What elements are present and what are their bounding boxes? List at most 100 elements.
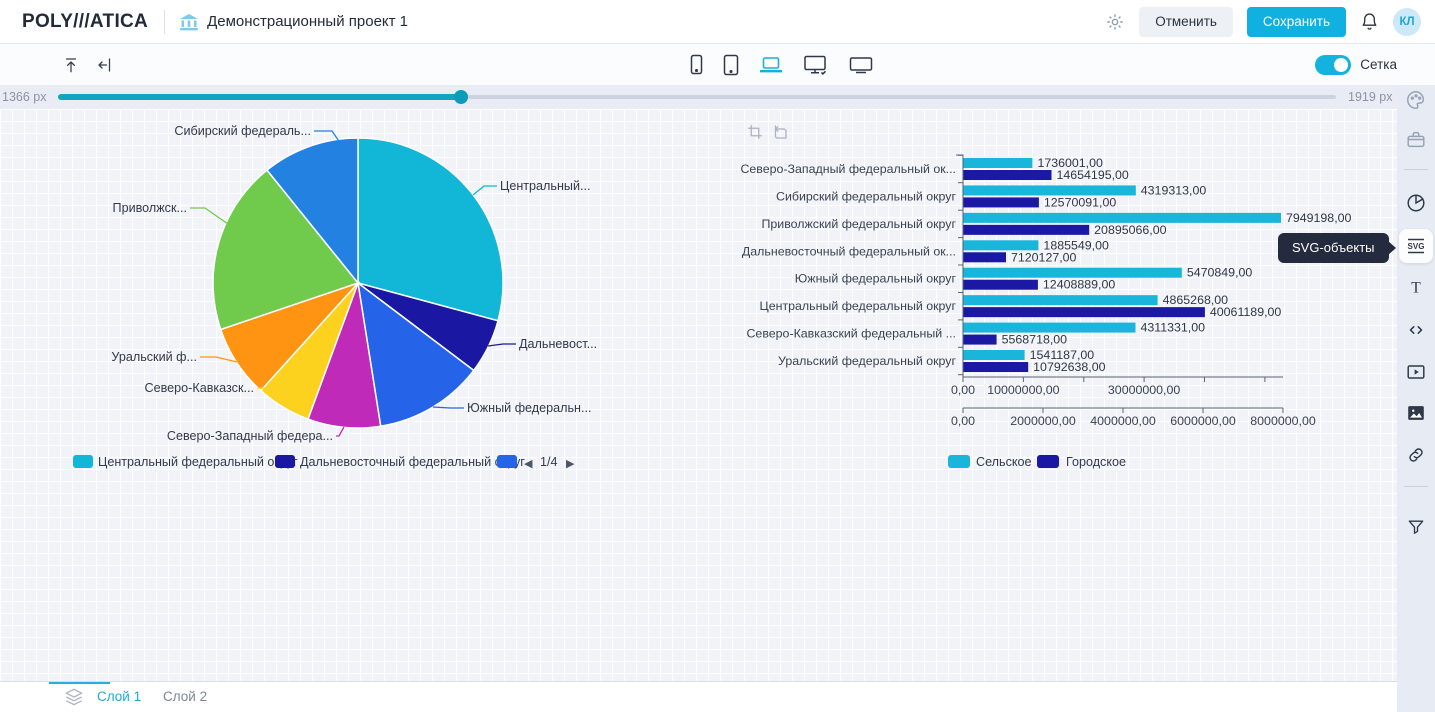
pie-legend-label[interactable]: Центральный федеральный округ (98, 455, 298, 469)
charts-layer: Центральный...Дальневост...Южный федерал… (0, 109, 1397, 681)
case-icon[interactable] (1400, 125, 1432, 155)
axis-tick-label: 4000000,00 (1090, 414, 1156, 428)
pie-callout-line (488, 344, 516, 346)
svg-text:T: T (1411, 280, 1421, 297)
svg-objects-icon[interactable]: SVG (1399, 229, 1433, 263)
legend-pager-label: 1/4 (540, 455, 558, 469)
bar-category-label: Уральский федеральный округ (778, 354, 956, 368)
width-slider-track[interactable] (58, 95, 1336, 99)
axis-tick-label: 6000000,00 (1170, 414, 1236, 428)
bar-legend-label[interactable]: Городское (1066, 455, 1126, 469)
bar-legend-swatch[interactable] (948, 455, 970, 468)
slider-max-label: 1919 px (1348, 90, 1392, 104)
crop-icon[interactable] (746, 123, 764, 141)
bar-value-label: 20895066,00 (1094, 223, 1166, 237)
video-icon[interactable] (1400, 357, 1432, 387)
filter-icon[interactable] (1400, 512, 1432, 542)
settings-gear-icon[interactable] (1105, 12, 1125, 32)
device-widescreen-icon[interactable] (847, 54, 875, 76)
notifications-bell-icon[interactable] (1360, 12, 1379, 32)
project-icon (179, 13, 199, 31)
pie-chart-icon[interactable] (1400, 188, 1432, 218)
bar-value-label: 14654195,00 (1056, 168, 1128, 182)
bar-category-label: Дальневосточный федеральный ок... (742, 244, 956, 258)
bar-rural[interactable] (963, 268, 1182, 278)
pie-callout-label: Северо-Кавказск... (145, 381, 254, 395)
rotate-icon[interactable] (771, 123, 789, 141)
code-icon[interactable] (1400, 315, 1432, 345)
bar-urban[interactable] (963, 362, 1028, 372)
pie-legend-label[interactable]: Дальневосточный федеральный округ (300, 455, 525, 469)
toggle-knob (1334, 58, 1348, 72)
bar-rural[interactable] (963, 323, 1136, 333)
layer-tab-2[interactable]: Слой 2 (163, 682, 207, 712)
svg-objects-tooltip: SVG-объекты (1278, 233, 1389, 263)
design-canvas[interactable]: Центральный...Дальневост...Южный федерал… (0, 109, 1397, 683)
device-phone-icon[interactable] (688, 52, 705, 77)
bar-rural[interactable] (963, 350, 1025, 360)
bar-category-label: Северо-Западный федеральный ок... (740, 162, 956, 176)
pie-callout-label: Сибирский федераль... (174, 124, 311, 138)
layers-bar: Слой 1 Слой 2 (0, 682, 1397, 712)
pie-callout-label: Приволжск... (113, 201, 187, 215)
pie-legend-swatch[interactable] (275, 455, 295, 468)
layer-tab-1[interactable]: Слой 1 (97, 682, 141, 712)
save-button[interactable]: Сохранить (1247, 7, 1346, 37)
link-icon[interactable] (1400, 440, 1432, 470)
bar-value-label: 4319313,00 (1141, 183, 1207, 197)
device-desktop-check-icon[interactable] (801, 53, 831, 77)
bar-urban[interactable] (963, 335, 997, 345)
bar-legend-label[interactable]: Сельское (976, 455, 1032, 469)
pie-callout-label: Северо-Западный федера... (167, 429, 333, 443)
bar-category-label: Южный федеральный округ (795, 272, 957, 286)
bar-category-label: Центральный федеральный округ (760, 299, 957, 313)
pie-callout-line (200, 357, 237, 362)
width-slider-fill (58, 94, 458, 100)
legend-next-icon[interactable]: ▶ (566, 458, 575, 470)
pie-callout-label: Дальневост... (519, 337, 597, 351)
bar-rural[interactable] (963, 213, 1281, 223)
device-tablet-icon[interactable] (721, 52, 741, 78)
svg-badge-text: SVG (1408, 242, 1425, 251)
bar-urban[interactable] (963, 280, 1038, 290)
palette-icon[interactable] (1400, 85, 1432, 115)
cancel-button[interactable]: Отменить (1139, 7, 1233, 37)
app-header: POLY///ATICA Демонстрационный проект 1 О… (0, 0, 1435, 44)
axis-tick-label: 10000000,00 (987, 383, 1059, 397)
bar-urban[interactable] (963, 170, 1052, 180)
pie-callout-line (433, 407, 464, 408)
device-laptop-icon[interactable] (757, 54, 785, 76)
pie-callout-label: Южный федеральн... (467, 401, 592, 415)
bar-value-label: 4311331,00 (1140, 321, 1205, 335)
bar-value-label: 5470849,00 (1187, 266, 1253, 280)
axis-tick-label: 8000000,00 (1250, 414, 1316, 428)
sidebar-divider (1404, 169, 1428, 170)
bar-urban[interactable] (963, 197, 1039, 207)
bar-urban[interactable] (963, 252, 1006, 262)
bar-rural[interactable] (963, 295, 1158, 305)
indent-left-icon[interactable] (96, 56, 114, 74)
bar-rural[interactable] (963, 185, 1136, 195)
bar-value-label: 5568718,00 (1002, 333, 1068, 347)
pie-callout-label: Уральский ф... (111, 350, 197, 364)
pie-legend-swatch[interactable] (497, 455, 517, 468)
width-slider-thumb[interactable] (454, 90, 468, 104)
bar-rural[interactable] (963, 240, 1038, 250)
bar-rural[interactable] (963, 158, 1032, 168)
widget-sidebar: SVG T (1397, 85, 1435, 712)
axis-tick-label: 0,00 (951, 414, 975, 428)
bar-category-label: Северо-Кавказский федеральный ... (746, 327, 956, 341)
bar-legend-swatch[interactable] (1037, 455, 1059, 468)
user-avatar[interactable]: КЛ (1393, 8, 1421, 36)
upload-icon[interactable] (62, 56, 80, 74)
brand-logo: POLY///ATICA (22, 11, 148, 33)
legend-prev-icon[interactable]: ◀ (524, 458, 533, 470)
grid-toggle[interactable] (1315, 55, 1351, 75)
text-icon[interactable]: T (1400, 273, 1432, 303)
bar-urban[interactable] (963, 225, 1089, 235)
pie-legend-swatch[interactable] (73, 455, 93, 468)
sidebar-divider (1404, 486, 1428, 487)
image-icon[interactable] (1400, 398, 1432, 428)
bar-urban[interactable] (963, 307, 1205, 317)
layers-icon[interactable] (62, 687, 86, 707)
